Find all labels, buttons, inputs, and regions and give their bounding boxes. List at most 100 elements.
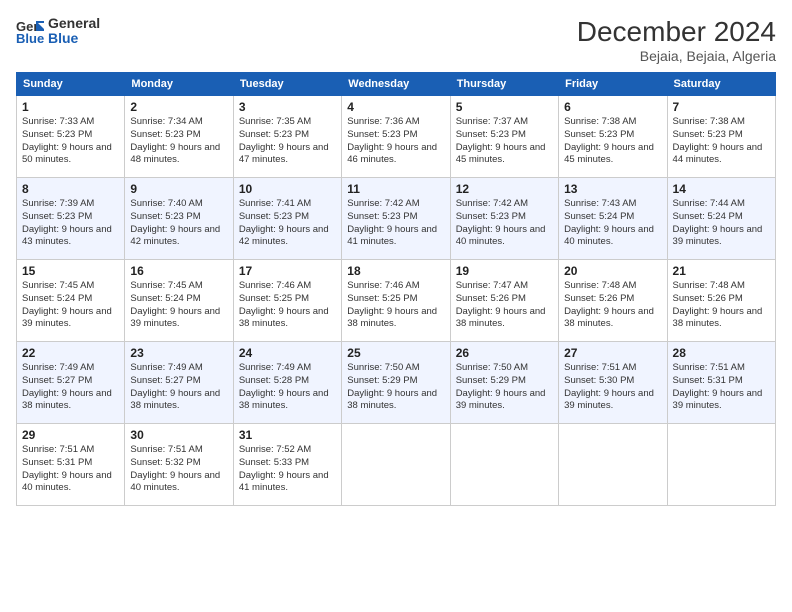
day-number: 8 — [22, 182, 119, 196]
day-number: 31 — [239, 428, 336, 442]
day-cell-31: 31 Sunrise: 7:52 AMSunset: 5:33 PMDayligh… — [233, 424, 341, 506]
day-info: Sunrise: 7:49 AMSunset: 5:28 PMDaylight:… — [239, 362, 336, 413]
month-title: December 2024 — [577, 16, 776, 48]
calendar-table: SundayMondayTuesdayWednesdayThursdayFrid… — [16, 72, 776, 506]
day-cell-11: 11Sunrise: 7:42 AMSunset: 5:23 PMDayligh… — [342, 178, 450, 260]
day-number: 11 — [347, 182, 444, 196]
day-info: Sunrise: 7:48 AMSunset: 5:26 PMDaylight:… — [564, 280, 661, 331]
day-info: Sunrise: 7:43 AMSunset: 5:24 PMDaylight:… — [564, 198, 661, 249]
weekday-header-row: SundayMondayTuesdayWednesdayThursdayFrid… — [17, 73, 776, 96]
day-cell-23: 23 Sunrise: 7:49 AMSunset: 5:27 PMDayligh… — [125, 342, 233, 424]
week-row-1: 1 Sunrise: 7:33 AMSunset: 5:23 PMDaylight… — [17, 96, 776, 178]
week-row-5: 29 Sunrise: 7:51 AMSunset: 5:31 PMDayligh… — [17, 424, 776, 506]
calendar-header: SundayMondayTuesdayWednesdayThursdayFrid… — [17, 73, 776, 96]
day-number: 21 — [673, 264, 770, 278]
day-info: Sunrise: 7:49 AMSunset: 5:27 PMDaylight:… — [130, 362, 227, 413]
day-info: Sunrise: 7:42 AMSunset: 5:23 PMDaylight:… — [456, 198, 553, 249]
day-number: 24 — [239, 346, 336, 360]
day-number: 7 — [673, 100, 770, 114]
day-cell-24: 24 Sunrise: 7:49 AMSunset: 5:28 PMDayligh… — [233, 342, 341, 424]
day-number: 23 — [130, 346, 227, 360]
day-info: Sunrise: 7:47 AMSunset: 5:26 PMDaylight:… — [456, 280, 553, 331]
day-info: Sunrise: 7:34 AMSunset: 5:23 PMDaylight:… — [130, 116, 227, 167]
day-cell-7: 7 Sunrise: 7:38 AMSunset: 5:23 PMDaylight… — [667, 96, 775, 178]
day-number: 20 — [564, 264, 661, 278]
day-info: Sunrise: 7:51 AMSunset: 5:31 PMDaylight:… — [673, 362, 770, 413]
day-cell-9: 9Sunrise: 7:40 AMSunset: 5:23 PMDaylight… — [125, 178, 233, 260]
day-info: Sunrise: 7:51 AMSunset: 5:30 PMDaylight:… — [564, 362, 661, 413]
day-cell-21: 21 Sunrise: 7:48 AMSunset: 5:26 PMDayligh… — [667, 260, 775, 342]
day-number: 1 — [22, 100, 119, 114]
location-title: Bejaia, Bejaia, Algeria — [577, 48, 776, 64]
day-info: Sunrise: 7:37 AMSunset: 5:23 PMDaylight:… — [456, 116, 553, 167]
day-info: Sunrise: 7:48 AMSunset: 5:26 PMDaylight:… — [673, 280, 770, 331]
day-info: Sunrise: 7:33 AMSunset: 5:23 PMDaylight:… — [22, 116, 119, 167]
day-cell-22: 22 Sunrise: 7:49 AMSunset: 5:27 PMDayligh… — [17, 342, 125, 424]
day-number: 30 — [130, 428, 227, 442]
day-cell-30: 30Sunrise: 7:51 AMSunset: 5:32 PMDayligh… — [125, 424, 233, 506]
day-number: 9 — [130, 182, 227, 196]
header: General Blue General Blue December 2024 … — [16, 16, 776, 64]
week-row-2: 8 Sunrise: 7:39 AMSunset: 5:23 PMDaylight… — [17, 178, 776, 260]
day-cell-5: 5Sunrise: 7:37 AMSunset: 5:23 PMDaylight… — [450, 96, 558, 178]
day-number: 2 — [130, 100, 227, 114]
weekday-tuesday: Tuesday — [233, 73, 341, 96]
day-cell-20: 20 Sunrise: 7:48 AMSunset: 5:26 PMDayligh… — [559, 260, 667, 342]
day-cell-13: 13 Sunrise: 7:43 AMSunset: 5:24 PMDayligh… — [559, 178, 667, 260]
weekday-monday: Monday — [125, 73, 233, 96]
day-info: Sunrise: 7:39 AMSunset: 5:23 PMDaylight:… — [22, 198, 119, 249]
day-cell-14: 14 Sunrise: 7:44 AMSunset: 5:24 PMDayligh… — [667, 178, 775, 260]
day-number: 3 — [239, 100, 336, 114]
empty-cell — [559, 424, 667, 506]
weekday-saturday: Saturday — [667, 73, 775, 96]
day-number: 13 — [564, 182, 661, 196]
empty-cell — [342, 424, 450, 506]
day-number: 25 — [347, 346, 444, 360]
day-cell-2: 2 Sunrise: 7:34 AMSunset: 5:23 PMDaylight… — [125, 96, 233, 178]
day-number: 29 — [22, 428, 119, 442]
empty-cell — [667, 424, 775, 506]
day-cell-26: 26 Sunrise: 7:50 AMSunset: 5:29 PMDayligh… — [450, 342, 558, 424]
day-info: Sunrise: 7:50 AMSunset: 5:29 PMDaylight:… — [456, 362, 553, 413]
day-cell-3: 3 Sunrise: 7:35 AMSunset: 5:23 PMDaylight… — [233, 96, 341, 178]
day-info: Sunrise: 7:38 AMSunset: 5:23 PMDaylight:… — [564, 116, 661, 167]
week-row-4: 22 Sunrise: 7:49 AMSunset: 5:27 PMDayligh… — [17, 342, 776, 424]
day-number: 12 — [456, 182, 553, 196]
day-info: Sunrise: 7:45 AMSunset: 5:24 PMDaylight:… — [22, 280, 119, 331]
day-number: 6 — [564, 100, 661, 114]
day-cell-8: 8 Sunrise: 7:39 AMSunset: 5:23 PMDaylight… — [17, 178, 125, 260]
day-number: 26 — [456, 346, 553, 360]
day-info: Sunrise: 7:36 AMSunset: 5:23 PMDaylight:… — [347, 116, 444, 167]
day-cell-6: 6 Sunrise: 7:38 AMSunset: 5:23 PMDaylight… — [559, 96, 667, 178]
day-number: 17 — [239, 264, 336, 278]
day-cell-19: 19Sunrise: 7:47 AMSunset: 5:26 PMDayligh… — [450, 260, 558, 342]
calendar-body: 1 Sunrise: 7:33 AMSunset: 5:23 PMDaylight… — [17, 96, 776, 506]
day-cell-12: 12 Sunrise: 7:42 AMSunset: 5:23 PMDayligh… — [450, 178, 558, 260]
day-info: Sunrise: 7:45 AMSunset: 5:24 PMDaylight:… — [130, 280, 227, 331]
weekday-wednesday: Wednesday — [342, 73, 450, 96]
day-number: 15 — [22, 264, 119, 278]
day-number: 4 — [347, 100, 444, 114]
day-number: 28 — [673, 346, 770, 360]
day-info: Sunrise: 7:52 AMSunset: 5:33 PMDaylight:… — [239, 444, 336, 495]
day-cell-27: 27Sunrise: 7:51 AMSunset: 5:30 PMDayligh… — [559, 342, 667, 424]
logo-general: General — [48, 16, 100, 31]
day-cell-10: 10Sunrise: 7:41 AMSunset: 5:23 PMDayligh… — [233, 178, 341, 260]
day-info: Sunrise: 7:51 AMSunset: 5:31 PMDaylight:… — [22, 444, 119, 495]
day-info: Sunrise: 7:44 AMSunset: 5:24 PMDaylight:… — [673, 198, 770, 249]
day-cell-15: 15 Sunrise: 7:45 AMSunset: 5:24 PMDayligh… — [17, 260, 125, 342]
day-number: 14 — [673, 182, 770, 196]
day-info: Sunrise: 7:38 AMSunset: 5:23 PMDaylight:… — [673, 116, 770, 167]
day-info: Sunrise: 7:35 AMSunset: 5:23 PMDaylight:… — [239, 116, 336, 167]
day-info: Sunrise: 7:41 AMSunset: 5:23 PMDaylight:… — [239, 198, 336, 249]
day-cell-1: 1 Sunrise: 7:33 AMSunset: 5:23 PMDaylight… — [17, 96, 125, 178]
day-cell-16: 16 Sunrise: 7:45 AMSunset: 5:24 PMDayligh… — [125, 260, 233, 342]
day-cell-29: 29 Sunrise: 7:51 AMSunset: 5:31 PMDayligh… — [17, 424, 125, 506]
weekday-friday: Friday — [559, 73, 667, 96]
day-number: 22 — [22, 346, 119, 360]
day-info: Sunrise: 7:46 AMSunset: 5:25 PMDaylight:… — [239, 280, 336, 331]
day-info: Sunrise: 7:49 AMSunset: 5:27 PMDaylight:… — [22, 362, 119, 413]
day-info: Sunrise: 7:46 AMSunset: 5:25 PMDaylight:… — [347, 280, 444, 331]
day-number: 16 — [130, 264, 227, 278]
logo: General Blue General Blue — [16, 16, 100, 47]
